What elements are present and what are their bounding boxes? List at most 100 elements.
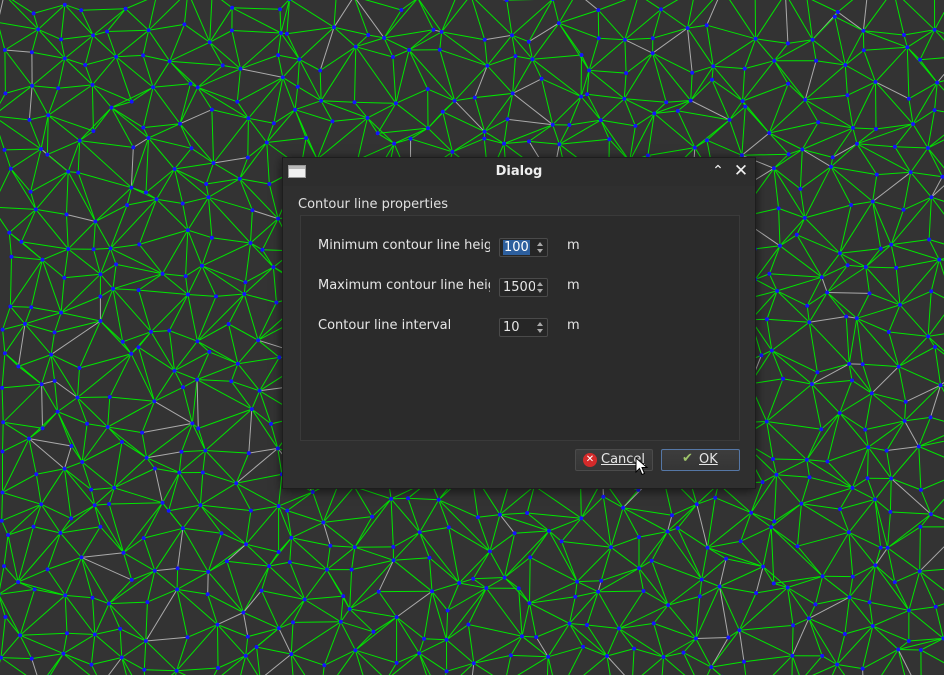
- max-height-stepper[interactable]: [535, 280, 546, 295]
- mesh-edge: [28, 85, 33, 120]
- mesh-edge: [827, 292, 870, 294]
- mesh-edge: [872, 625, 909, 642]
- mesh-edge: [738, 630, 745, 662]
- mesh-edge: [800, 477, 810, 504]
- mesh-edge: [811, 383, 822, 430]
- interval-stepper[interactable]: [535, 320, 546, 335]
- mesh-edge: [706, 139, 743, 156]
- mesh-vertex: [829, 164, 833, 169]
- mesh-vertex: [860, 666, 865, 671]
- mesh-vertex: [108, 246, 113, 251]
- min-height-value[interactable]: 100: [503, 240, 535, 255]
- mesh-vertex: [820, 574, 825, 579]
- mesh-vertex: [111, 286, 115, 291]
- mesh-vertex: [79, 8, 84, 13]
- mesh-edge: [652, 9, 662, 39]
- mesh-vertex: [579, 516, 584, 521]
- mesh-edge: [323, 516, 373, 523]
- mesh-vertex: [530, 57, 535, 62]
- mesh-vertex: [661, 655, 666, 659]
- mesh-vertex: [651, 621, 656, 626]
- mesh-edge: [486, 65, 514, 94]
- mesh-edge: [826, 264, 849, 293]
- mesh-edge: [768, 132, 789, 155]
- mesh-edge: [40, 468, 65, 505]
- mesh-edge: [141, 432, 148, 458]
- mesh-vertex: [276, 216, 281, 221]
- mesh-edge: [852, 564, 876, 578]
- close-icon[interactable]: ✕: [733, 163, 749, 180]
- mesh-edge: [625, 52, 653, 74]
- mesh-vertex: [352, 545, 357, 550]
- mesh-vertex: [0, 327, 5, 332]
- mesh-vertex: [172, 368, 177, 373]
- mesh-vertex: [786, 152, 791, 157]
- mesh-edge: [179, 109, 213, 125]
- mesh-vertex: [274, 300, 279, 305]
- mesh-vertex: [235, 99, 240, 104]
- interval-spinbox[interactable]: 10: [499, 318, 548, 337]
- mesh-edge: [141, 401, 155, 433]
- mesh-vertex: [58, 531, 63, 535]
- mesh-vertex: [66, 247, 71, 251]
- mesh-edge: [532, 54, 582, 60]
- ok-button[interactable]: ✔ OK: [661, 449, 740, 471]
- mesh-edge: [442, 100, 455, 113]
- mesh-edge: [769, 273, 822, 278]
- step-down-icon[interactable]: [537, 249, 543, 253]
- mesh-edge: [0, 634, 21, 658]
- mesh-edge: [408, 49, 455, 102]
- mesh-edge: [147, 588, 178, 603]
- step-up-icon[interactable]: [537, 322, 543, 326]
- mesh-edge: [891, 478, 922, 491]
- mesh-vertex: [694, 502, 699, 507]
- mesh-edge: [638, 567, 669, 606]
- mesh-edge: [804, 166, 832, 219]
- mesh-vertex: [322, 663, 327, 668]
- mesh-vertex: [482, 136, 487, 141]
- min-height-stepper[interactable]: [535, 240, 546, 255]
- mesh-edge: [446, 639, 475, 664]
- mesh-vertex: [867, 600, 872, 605]
- mesh-edge: [503, 119, 508, 144]
- mesh-edge: [63, 248, 69, 278]
- mesh-edge: [769, 132, 803, 150]
- mesh-edge: [35, 474, 42, 505]
- step-up-icon[interactable]: [537, 242, 543, 246]
- mesh-edge: [856, 304, 901, 319]
- dialog-titlebar[interactable]: Dialog ⌃ ✕: [283, 158, 755, 186]
- mesh-edge: [316, 117, 368, 160]
- mesh-vertex: [767, 131, 772, 135]
- interval-value[interactable]: 10: [503, 320, 535, 335]
- mesh-vertex: [581, 644, 586, 649]
- mesh-edge: [144, 669, 177, 672]
- mesh-edge: [876, 171, 911, 176]
- mesh-edge: [865, 248, 882, 268]
- mesh-edge: [266, 137, 307, 143]
- mesh-edge: [510, 654, 549, 658]
- step-down-icon[interactable]: [537, 329, 543, 333]
- mesh-edge: [518, 588, 530, 604]
- min-height-spinbox[interactable]: 100: [499, 238, 548, 257]
- mesh-vertex: [121, 550, 126, 555]
- mesh-vertex: [267, 564, 272, 569]
- mesh-edge: [179, 123, 214, 164]
- mesh-edge: [291, 521, 324, 539]
- mesh-edge: [638, 560, 652, 569]
- mesh-edge: [99, 288, 114, 322]
- mesh-edge: [856, 318, 864, 365]
- mesh-edge: [806, 305, 810, 323]
- max-height-spinbox[interactable]: 1500: [499, 278, 548, 297]
- mesh-edge: [754, 245, 781, 250]
- mesh-vertex: [697, 594, 702, 599]
- mesh-vertex: [795, 544, 800, 549]
- mesh-edge: [1, 520, 9, 536]
- mesh-vertex: [771, 166, 776, 171]
- max-height-value[interactable]: 1500: [503, 280, 535, 295]
- step-up-icon[interactable]: [537, 282, 543, 286]
- mesh-vertex: [892, 144, 897, 149]
- step-down-icon[interactable]: [537, 289, 543, 293]
- mesh-edge: [552, 124, 560, 145]
- chevron-up-icon[interactable]: ⌃: [710, 163, 726, 179]
- mesh-edge: [651, 531, 668, 561]
